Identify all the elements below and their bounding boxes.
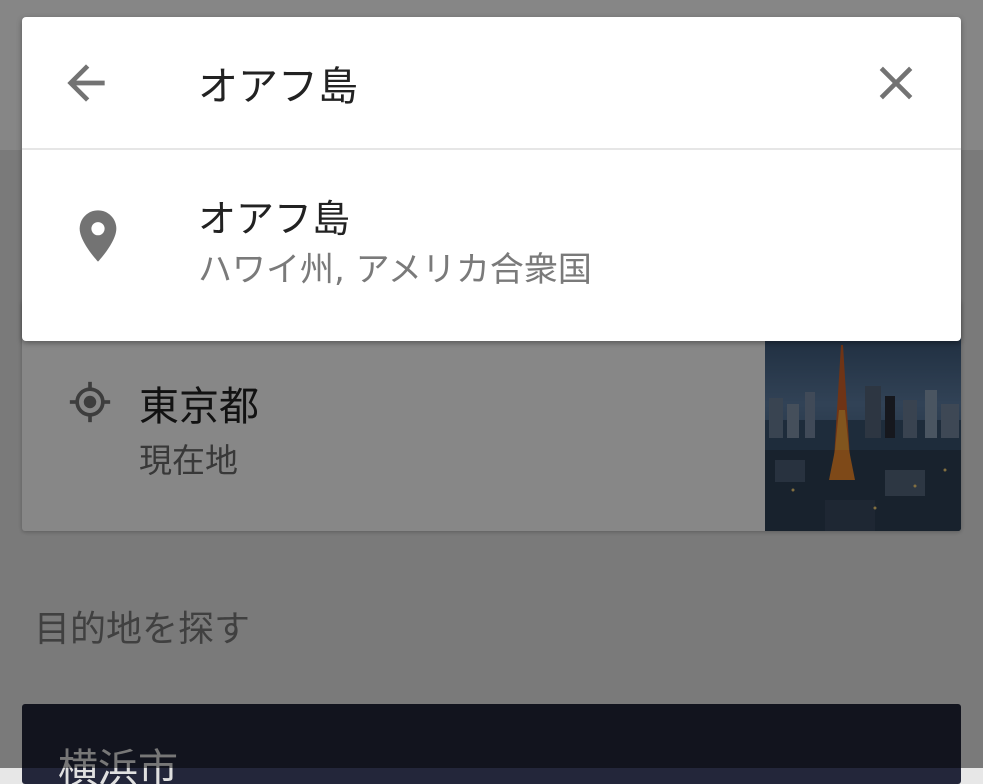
search-panel: オアフ島 ハワイ州, アメリカ合衆国 — [22, 17, 961, 341]
close-icon — [879, 66, 913, 100]
search-input[interactable] — [198, 55, 838, 111]
suggestion-title: オアフ島 — [198, 197, 351, 241]
clear-button[interactable] — [868, 55, 924, 111]
search-suggestion-item[interactable]: オアフ島 ハワイ州, アメリカ合衆国 — [22, 150, 961, 341]
arrow-back-icon — [67, 64, 105, 102]
map-pin-icon — [79, 210, 117, 262]
suggestion-subtitle: ハワイ州, アメリカ合衆国 — [198, 250, 592, 290]
back-button[interactable] — [58, 55, 114, 111]
search-bar — [22, 17, 961, 148]
